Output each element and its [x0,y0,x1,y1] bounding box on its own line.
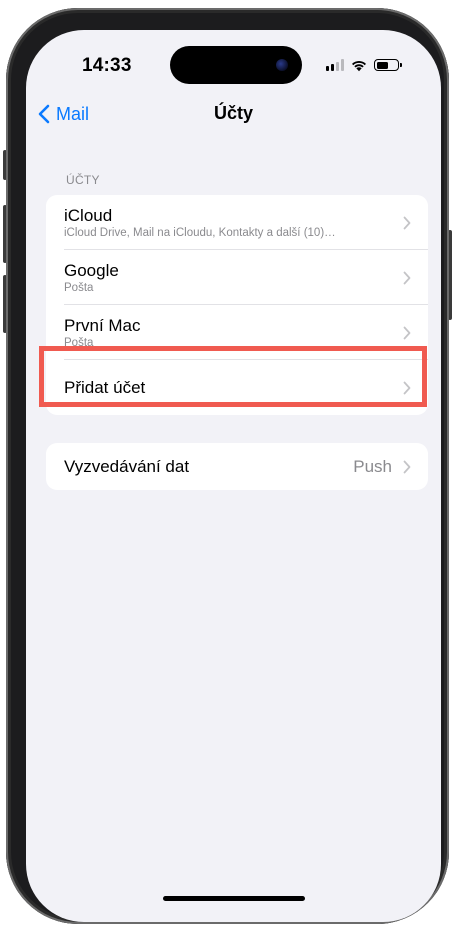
account-row-prvni-mac[interactable]: První Mac Pošta [46,305,428,360]
page-title: Účty [213,103,253,123]
accounts-list: iCloud iCloud Drive, Mail na iCloudu, Ko… [46,195,428,415]
signal-icon [326,59,344,71]
account-row-icloud[interactable]: iCloud iCloud Drive, Mail na iCloudu, Ko… [46,195,428,250]
wifi-icon [352,60,366,72]
chevron-right-icon [403,216,411,229]
status-icons [326,58,402,72]
phone-frame: 14:33 Mail Účty ÚČTY iCloud iCloud Drive… [6,8,449,924]
camera-icon [276,59,288,71]
account-title: Google [64,260,119,280]
account-row-google[interactable]: Google Pošta [46,250,428,305]
battery-icon [374,59,402,71]
home-indicator[interactable] [163,896,305,901]
account-subtitle: Pošta [64,336,94,349]
account-title: První Mac [64,315,141,335]
account-title: iCloud [64,205,113,225]
chevron-right-icon [403,326,411,339]
add-account-button[interactable]: Přidat účet [46,360,428,415]
section-header-accounts: ÚČTY [66,173,100,187]
account-subtitle: iCloud Drive, Mail na iCloudu, Kontakty … [64,226,336,239]
fetch-data-row[interactable]: Vyzvedávání dat Push [46,443,428,490]
fetch-data-value: Push [353,456,392,476]
chevron-right-icon [403,381,411,394]
fetch-data-group: Vyzvedávání dat Push [46,443,428,490]
status-time: 14:33 [82,55,132,76]
chevron-right-icon [403,271,411,284]
account-subtitle: Pošta [64,281,94,294]
add-account-label: Přidat účet [64,377,146,397]
screen: 14:33 Mail Účty ÚČTY iCloud iCloud Drive… [26,30,441,922]
dynamic-island [170,46,302,84]
chevron-right-icon [403,460,411,473]
